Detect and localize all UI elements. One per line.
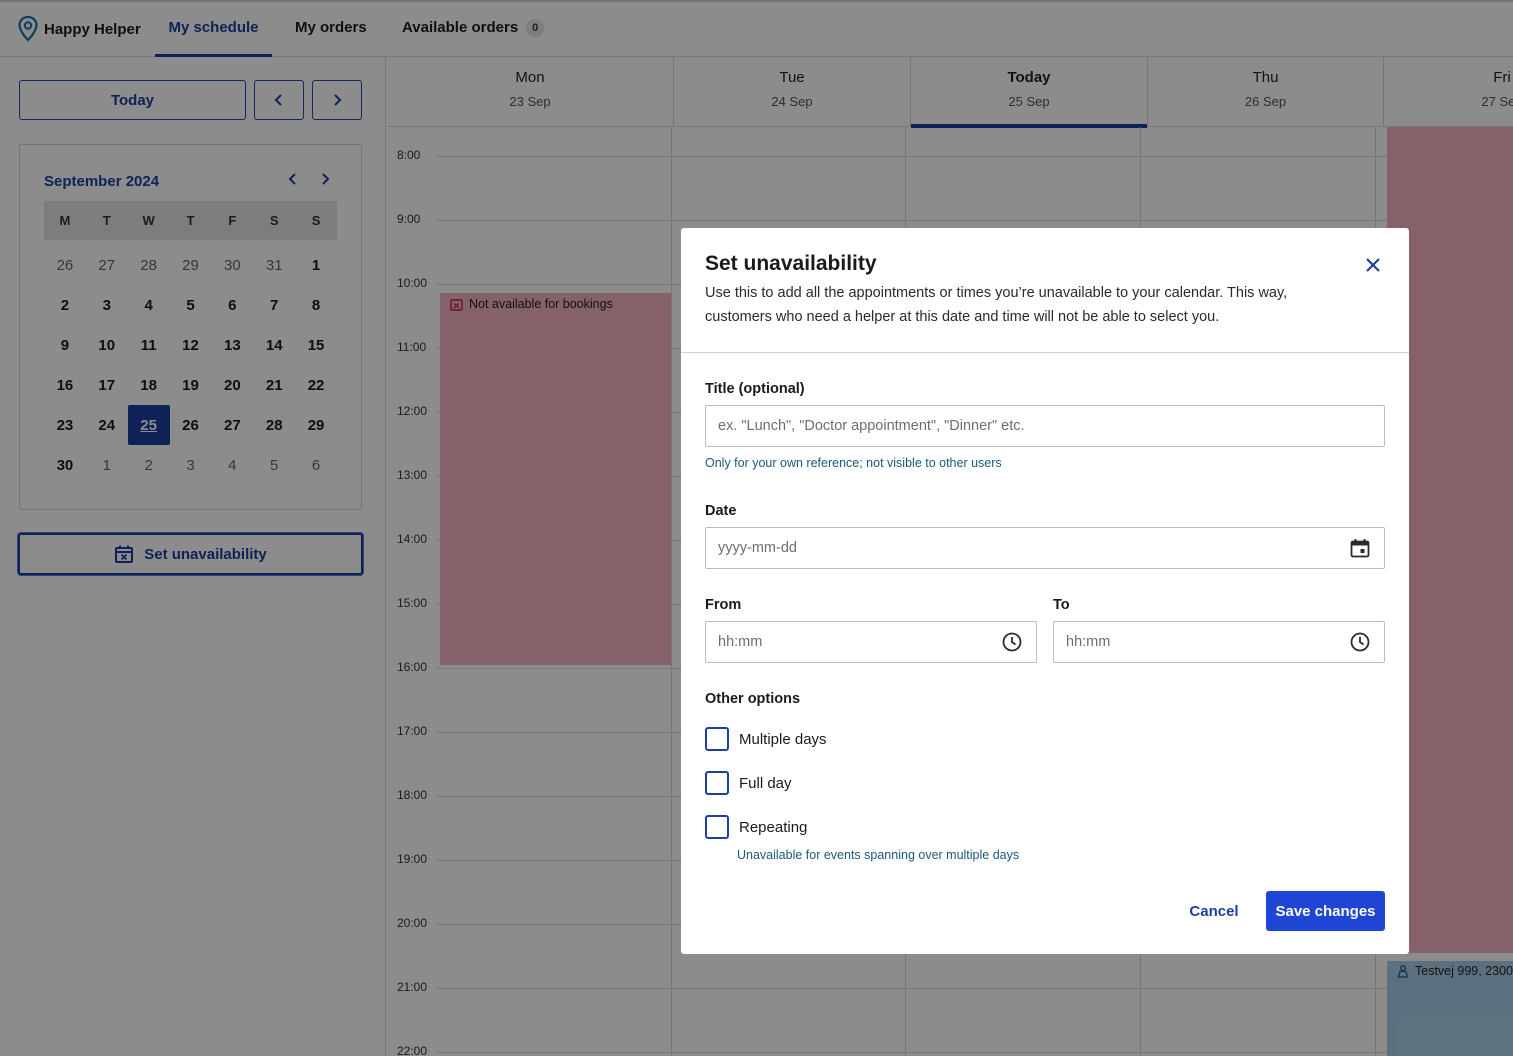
to-field-label: To (1053, 597, 1070, 613)
full-day-option[interactable]: Full day (705, 771, 792, 795)
from-time-picker-button[interactable] (1002, 632, 1022, 657)
divider (681, 352, 1409, 353)
repeating-help: Unavailable for events spanning over mul… (737, 848, 1020, 862)
clock-icon (1002, 632, 1022, 652)
full-day-checkbox[interactable] (705, 771, 729, 795)
multiple-days-checkbox[interactable] (705, 727, 729, 751)
from-time-input[interactable] (705, 621, 1037, 663)
repeating-label: Repeating (739, 818, 808, 836)
multiple-days-label: Multiple days (739, 730, 827, 748)
other-options-label: Other options (705, 691, 801, 707)
save-changes-button[interactable]: Save changes (1266, 891, 1385, 931)
date-input[interactable] (705, 527, 1385, 569)
calendar-icon (1350, 539, 1370, 558)
full-day-label: Full day (739, 774, 792, 792)
title-input[interactable] (705, 405, 1385, 447)
from-field-label: From (705, 597, 742, 613)
clock-icon (1350, 632, 1370, 652)
to-time-input[interactable] (1053, 621, 1385, 663)
cancel-button[interactable]: Cancel (1179, 891, 1249, 931)
set-unavailability-dialog: Set unavailability Use this to add all t… (681, 228, 1409, 954)
multiple-days-option[interactable]: Multiple days (705, 727, 827, 751)
title-field-help: Only for your own reference; not visible… (705, 456, 1002, 470)
dialog-title: Set unavailability (705, 252, 877, 275)
repeating-checkbox[interactable] (705, 815, 729, 839)
date-field-label: Date (705, 503, 737, 519)
repeating-option[interactable]: Repeating (705, 815, 807, 839)
close-button[interactable] (1363, 255, 1383, 280)
title-field-label: Title (optional) (705, 381, 805, 397)
dialog-description: Use this to add all the appointments or … (705, 285, 1288, 325)
close-icon (1366, 258, 1380, 272)
to-time-picker-button[interactable] (1350, 632, 1370, 657)
date-picker-button[interactable] (1350, 538, 1370, 563)
